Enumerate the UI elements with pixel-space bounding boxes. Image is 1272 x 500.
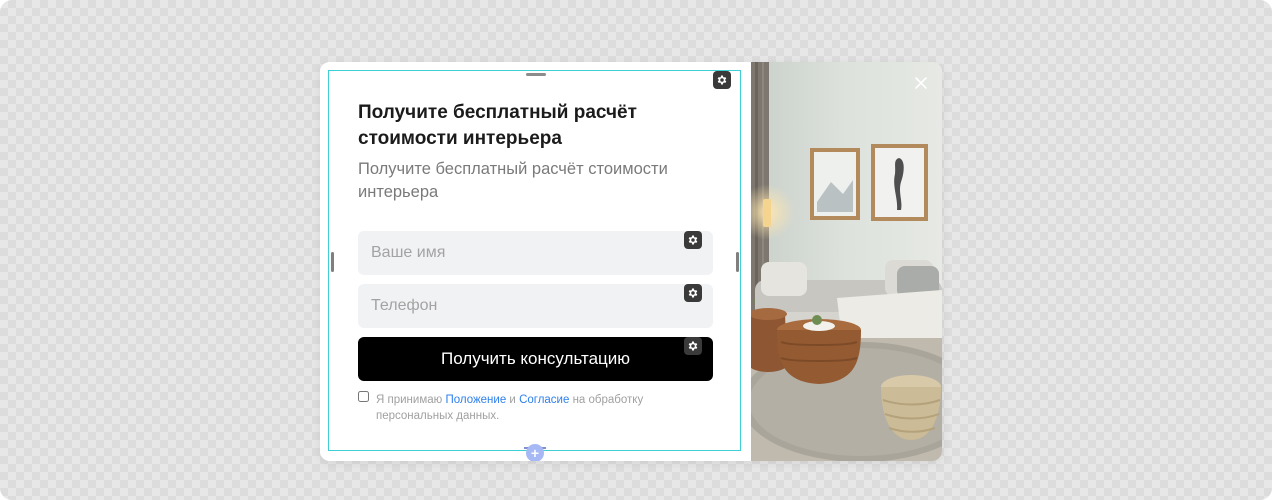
- close-icon: [915, 77, 927, 89]
- resize-handle-left[interactable]: [331, 252, 334, 272]
- block-settings-button[interactable]: [713, 71, 731, 89]
- gear-icon: [688, 235, 698, 245]
- regulation-link[interactable]: Положение: [445, 394, 506, 406]
- agreement-link[interactable]: Согласие: [519, 394, 569, 406]
- gear-icon: [717, 75, 727, 85]
- name-input[interactable]: [358, 231, 713, 275]
- form-panel: Получите бесплатный расчёт стоимости инт…: [320, 62, 751, 461]
- block-drag-handle[interactable]: [526, 73, 546, 76]
- close-button[interactable]: [910, 72, 932, 94]
- add-block-button[interactable]: +: [526, 444, 544, 461]
- phone-input[interactable]: [358, 284, 713, 328]
- popup-modal: Получите бесплатный расчёт стоимости инт…: [320, 62, 942, 461]
- editor-canvas: Получите бесплатный расчёт стоимости инт…: [0, 0, 1272, 500]
- consent-joiner: и: [506, 394, 520, 406]
- phone-field-settings-button[interactable]: [684, 284, 702, 302]
- gear-icon: [688, 341, 698, 351]
- plus-icon: +: [530, 445, 540, 461]
- resize-handle-right[interactable]: [736, 252, 739, 272]
- gear-icon: [688, 288, 698, 298]
- popup-subtitle: Получите бесплатный расчёт стоимости инт…: [358, 160, 668, 201]
- consent-checkbox[interactable]: [358, 391, 369, 402]
- popup-title: Получите бесплатный расчёт стоимости инт…: [358, 102, 637, 149]
- interior-photo: [739, 62, 942, 461]
- living-room-image: [739, 62, 942, 461]
- submit-button[interactable]: Получить консультацию: [358, 337, 713, 381]
- button-settings-button[interactable]: [684, 337, 702, 355]
- consent-text: Я принимаю Положение и Согласие на обраб…: [376, 392, 676, 424]
- consent-prefix: Я принимаю: [376, 394, 446, 406]
- name-field-settings-button[interactable]: [684, 231, 702, 249]
